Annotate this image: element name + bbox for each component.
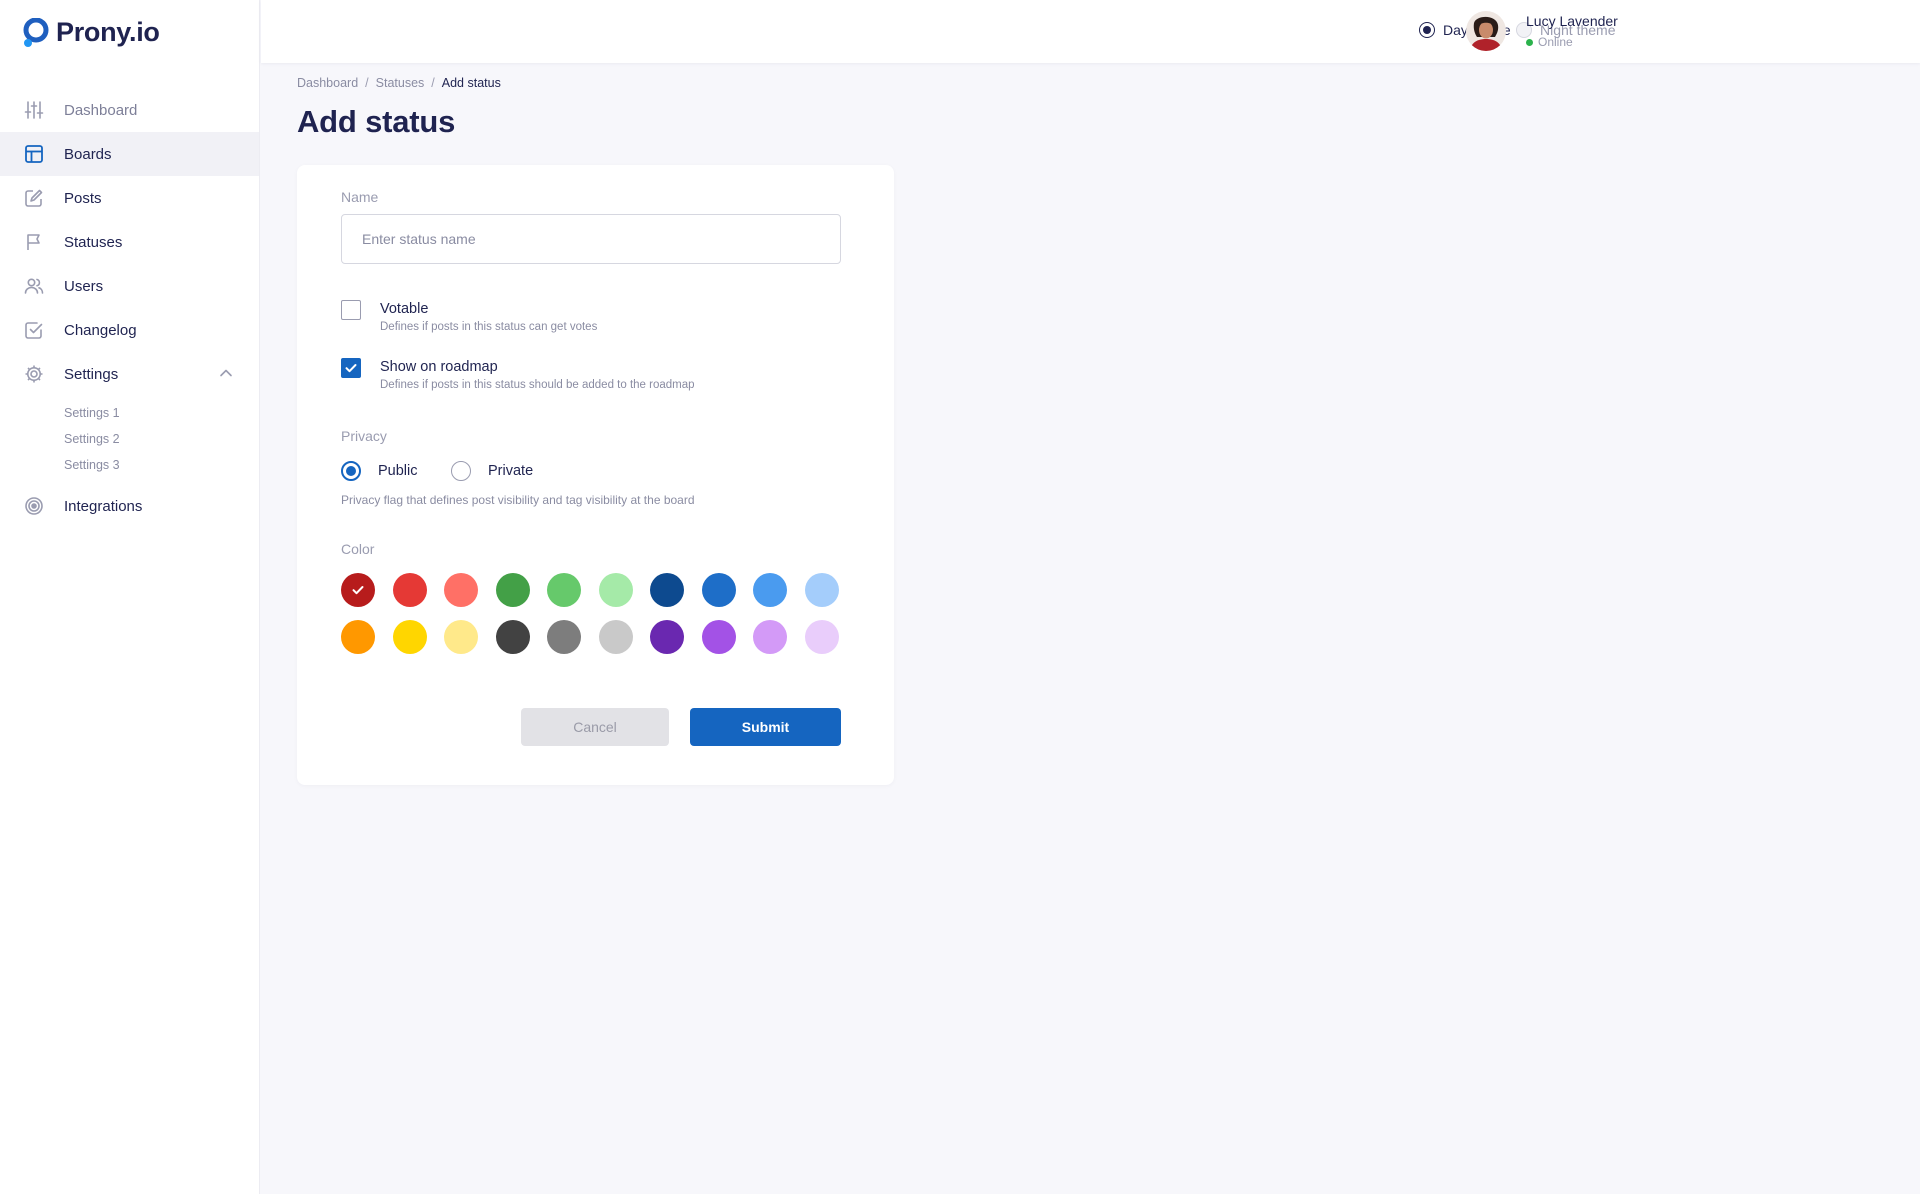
color-swatch[interactable] bbox=[598, 573, 633, 607]
color-swatch[interactable] bbox=[753, 620, 787, 654]
submit-button[interactable]: Submit bbox=[690, 708, 841, 746]
breadcrumb-dashboard[interactable]: Dashboard bbox=[297, 76, 358, 90]
online-status-dot bbox=[1526, 38, 1533, 46]
sidebar-item-label: Settings bbox=[64, 365, 119, 383]
color-swatch[interactable] bbox=[444, 620, 478, 654]
votable-option: Votable Defines if posts in this status … bbox=[341, 300, 597, 333]
gear-icon bbox=[24, 364, 44, 384]
name-label: Name bbox=[341, 189, 379, 205]
color-swatch[interactable] bbox=[547, 573, 581, 607]
check-square-icon bbox=[24, 320, 44, 340]
roadmap-option: Show on roadmap Defines if posts in this… bbox=[341, 358, 695, 391]
prony-logo-icon bbox=[22, 17, 50, 47]
privacy-public-option[interactable]: Public bbox=[341, 461, 418, 481]
privacy-hint: Privacy flag that defines post visibilit… bbox=[341, 493, 695, 507]
color-swatch[interactable] bbox=[701, 620, 736, 654]
color-swatch[interactable] bbox=[392, 620, 427, 654]
color-swatch[interactable] bbox=[341, 620, 375, 654]
page-title: Add status bbox=[297, 104, 456, 139]
public-label: Public bbox=[378, 463, 418, 479]
user-status: Online bbox=[1526, 35, 1573, 49]
breadcrumb-separator: / bbox=[365, 76, 369, 90]
roadmap-checkbox[interactable] bbox=[341, 358, 361, 378]
color-swatch[interactable] bbox=[444, 573, 478, 607]
sidebar-item-label: Dashboard bbox=[64, 101, 138, 119]
sidebar-item-label: Integrations bbox=[64, 497, 143, 515]
color-label: Color bbox=[341, 541, 375, 557]
subnav-item-settings-1[interactable]: Settings 1 bbox=[0, 400, 259, 426]
votable-title: Votable bbox=[380, 301, 429, 317]
sidebar-item-changelog[interactable]: Changelog bbox=[0, 308, 259, 352]
roadmap-title: Show on roadmap bbox=[380, 359, 498, 375]
logo[interactable]: Prony.io bbox=[22, 16, 160, 48]
color-swatch[interactable] bbox=[392, 573, 427, 607]
target-icon bbox=[24, 496, 44, 516]
color-swatch[interactable] bbox=[753, 573, 787, 607]
sidebar-item-label: Statuses bbox=[64, 233, 123, 251]
sidebar-item-users[interactable]: Users bbox=[0, 264, 259, 308]
breadcrumb-separator: / bbox=[431, 76, 435, 90]
add-status-form: Name Votable Defines if posts in this st… bbox=[297, 165, 894, 785]
color-swatch[interactable] bbox=[598, 620, 633, 654]
color-swatch[interactable] bbox=[804, 620, 839, 654]
avatar[interactable] bbox=[1466, 11, 1506, 51]
subnav-item-settings-2[interactable]: Settings 2 bbox=[0, 426, 259, 452]
subnav-item-settings-3[interactable]: Settings 3 bbox=[0, 452, 259, 478]
privacy-private-option[interactable]: Private bbox=[451, 461, 533, 481]
sidebar-item-label: Posts bbox=[64, 189, 102, 207]
users-icon bbox=[24, 276, 44, 296]
sidebar-item-dashboard[interactable]: Dashboard bbox=[0, 88, 259, 132]
sliders-icon bbox=[24, 100, 44, 120]
status-name-input[interactable] bbox=[341, 214, 841, 264]
breadcrumb-current: Add status bbox=[441, 76, 501, 90]
sidebar-item-settings[interactable]: Settings bbox=[0, 352, 259, 396]
top-header: Day theme Night theme bbox=[261, 0, 1920, 63]
color-swatch[interactable] bbox=[804, 573, 839, 607]
user-name[interactable]: Lucy Lavender bbox=[1526, 13, 1618, 29]
private-label: Private bbox=[488, 463, 534, 479]
user-status-text: Online bbox=[1538, 35, 1573, 49]
sidebar: Prony.io Dashboard Boards Posts Statuses… bbox=[0, 0, 260, 1194]
public-radio[interactable] bbox=[341, 461, 361, 481]
cancel-button[interactable]: Cancel bbox=[521, 708, 669, 746]
roadmap-desc: Defines if posts in this status should b… bbox=[380, 379, 695, 391]
sidebar-item-label: Changelog bbox=[64, 321, 137, 339]
sidebar-item-integrations[interactable]: Integrations bbox=[0, 484, 259, 528]
color-swatch[interactable] bbox=[547, 620, 581, 654]
sidebar-item-posts[interactable]: Posts bbox=[0, 176, 259, 220]
votable-desc: Defines if posts in this status can get … bbox=[380, 321, 598, 333]
color-swatch[interactable] bbox=[650, 573, 684, 607]
color-swatch-grid bbox=[341, 573, 851, 654]
breadcrumb: Dashboard / Statuses / Add status bbox=[297, 76, 501, 90]
sidebar-nav: Dashboard Boards Posts Statuses Users Ch… bbox=[0, 88, 259, 528]
checkmark-icon bbox=[345, 364, 357, 373]
sidebar-item-label: Boards bbox=[64, 145, 112, 163]
day-theme-radio[interactable] bbox=[1419, 22, 1435, 38]
color-swatch[interactable] bbox=[341, 573, 375, 607]
checkmark-icon bbox=[352, 586, 364, 595]
votable-checkbox[interactable] bbox=[341, 300, 361, 320]
layout-icon bbox=[24, 144, 44, 164]
chevron-up-icon[interactable] bbox=[219, 365, 233, 383]
flag-icon bbox=[24, 232, 44, 252]
settings-subnav: Settings 1 Settings 2 Settings 3 bbox=[0, 396, 259, 484]
sidebar-item-statuses[interactable]: Statuses bbox=[0, 220, 259, 264]
sidebar-item-label: Users bbox=[64, 277, 104, 295]
color-swatch[interactable] bbox=[495, 573, 530, 607]
sidebar-item-boards[interactable]: Boards bbox=[0, 132, 259, 176]
color-swatch[interactable] bbox=[650, 620, 684, 654]
breadcrumb-statuses[interactable]: Statuses bbox=[376, 76, 425, 90]
color-swatch[interactable] bbox=[495, 620, 530, 654]
color-swatch[interactable] bbox=[701, 573, 736, 607]
privacy-label: Privacy bbox=[341, 428, 387, 444]
private-radio[interactable] bbox=[451, 461, 471, 481]
logo-text: Prony.io bbox=[56, 16, 160, 47]
edit-icon bbox=[24, 188, 44, 208]
